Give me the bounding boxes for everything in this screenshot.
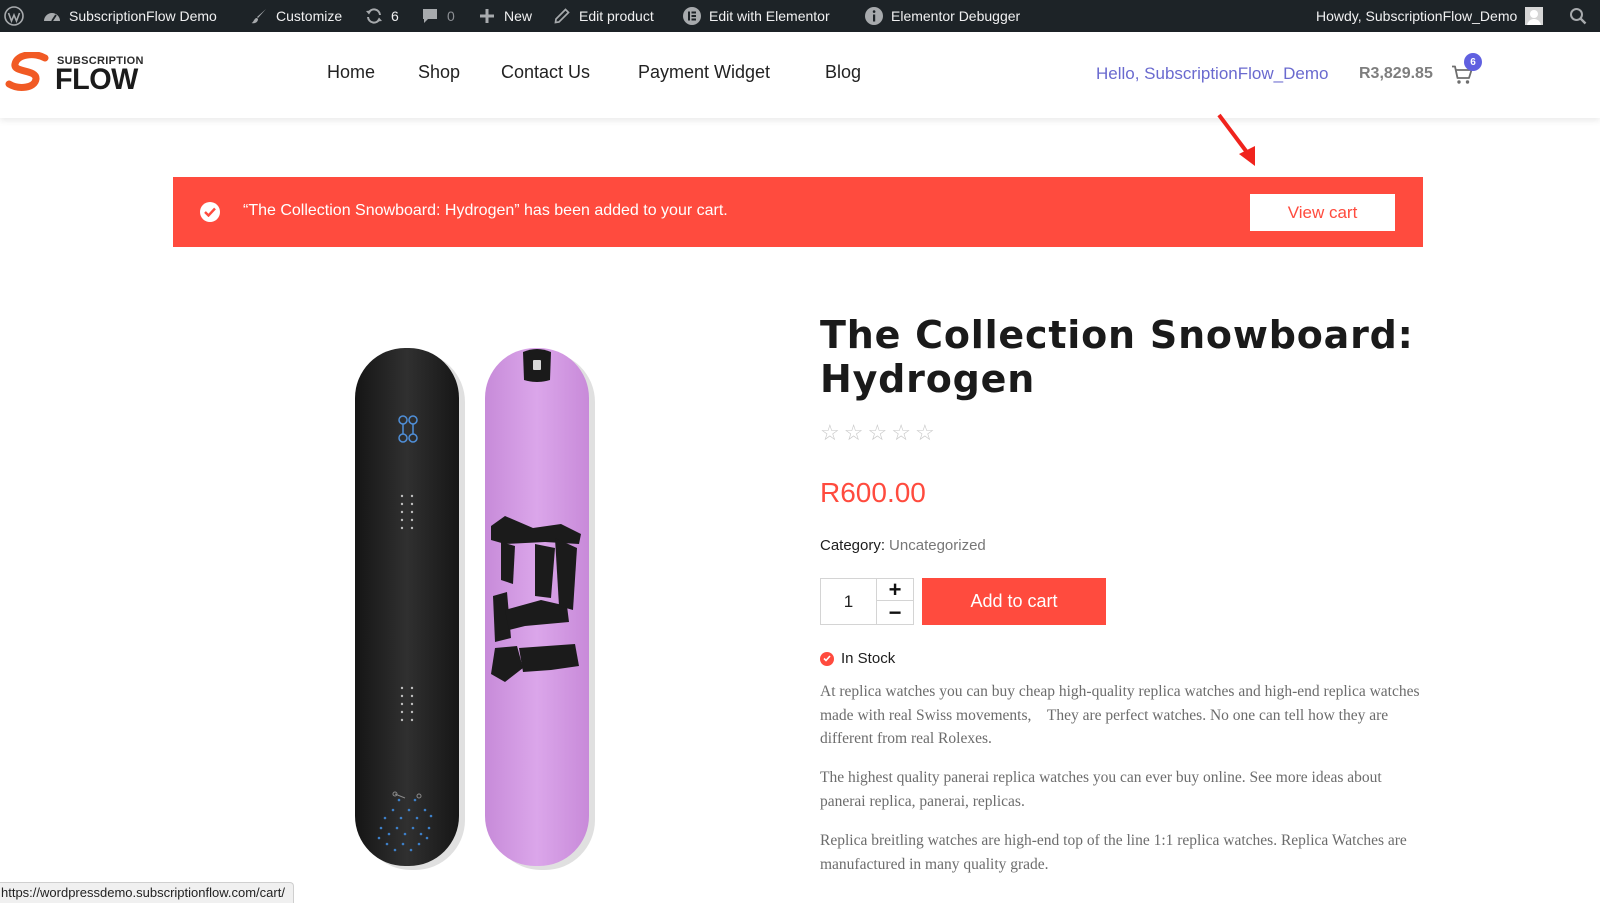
nav-shop[interactable]: Shop (418, 62, 460, 83)
notice-message: “The Collection Snowboard: Hydrogen” has… (243, 202, 728, 219)
updates-count: 6 (391, 8, 399, 24)
wordpress-icon (4, 6, 24, 26)
wordpress-menu[interactable] (4, 0, 31, 32)
arrow-icon (1217, 113, 1255, 166)
admin-search[interactable] (1568, 0, 1588, 32)
category-label: Category: (820, 537, 886, 554)
my-account-menu[interactable]: Howdy, SubscriptionFlow_Demo (1316, 0, 1544, 32)
quantity-input[interactable] (821, 579, 877, 624)
comment-icon (420, 6, 440, 26)
search-icon (1568, 6, 1588, 26)
browser-status-url: https://wordpressdemo.subscriptionflow.c… (0, 882, 294, 903)
info-icon (864, 6, 884, 26)
avatar (1525, 7, 1544, 25)
plus-icon (477, 6, 497, 26)
elementor-debugger-label: Elementor Debugger (891, 8, 1021, 24)
site-name-label: SubscriptionFlow Demo (69, 8, 217, 24)
stock-label: In Stock (841, 650, 896, 667)
elementor-debugger-menu[interactable]: Elementor Debugger (864, 0, 1020, 32)
stock-status: In Stock (820, 650, 895, 667)
pencil-icon (552, 6, 572, 26)
star-icon: ☆ (843, 420, 864, 445)
site-logo[interactable]: SUBSCRIPTION FLOW (5, 52, 155, 98)
logo-mark (5, 52, 49, 91)
updates-menu[interactable]: 6 (364, 0, 399, 32)
star-icon: ☆ (867, 420, 888, 445)
edit-product-menu[interactable]: Edit product (552, 0, 654, 32)
description-paragraph: The highest quality panerai replica watc… (820, 769, 1382, 810)
nav-blog[interactable]: Blog (825, 62, 861, 83)
site-name-menu[interactable]: SubscriptionFlow Demo (42, 0, 217, 32)
customize-label: Customize (276, 8, 343, 24)
quantity-increase-button[interactable]: + (877, 578, 913, 601)
edit-elementor-label: Edit with Elementor (709, 8, 830, 24)
updates-icon (364, 6, 384, 26)
product-category: Category: Uncategorized (820, 537, 986, 554)
logo-title: FLOW (55, 63, 138, 96)
check-icon (200, 202, 220, 222)
edit-product-label: Edit product (579, 8, 654, 24)
cart-count-badge: 6 (1464, 53, 1482, 71)
new-menu[interactable]: New (477, 0, 532, 32)
product-price: R600.00 (820, 477, 926, 508)
view-cart-button[interactable]: View cart (1250, 194, 1395, 231)
nav-contact-us[interactable]: Contact Us (501, 62, 590, 83)
description-paragraph: At replica watches you can buy cheap hig… (820, 683, 1420, 747)
star-icon: ☆ (914, 420, 935, 445)
purple-snowboard (485, 348, 589, 866)
admin-bar: SubscriptionFlow Demo Customize 6 0 New … (0, 0, 1600, 32)
comments-count: 0 (447, 8, 455, 24)
cart-total[interactable]: R3,829.85 (1359, 65, 1433, 83)
product-image[interactable] (355, 348, 610, 874)
star-icon: ☆ (820, 420, 840, 445)
star-icon: ☆ (891, 420, 911, 445)
cart-notice: “The Collection Snowboard: Hydrogen” has… (173, 177, 1423, 247)
howdy-label: Howdy, SubscriptionFlow_Demo (1316, 8, 1518, 24)
check-icon (820, 651, 834, 666)
quantity-stepper: + − (820, 578, 914, 625)
customize-menu[interactable]: Customize (249, 0, 342, 32)
elementor-icon (682, 6, 702, 26)
category-link[interactable]: Uncategorized (889, 537, 986, 554)
site-header: SUBSCRIPTION FLOW Home Shop Contact Us P… (0, 32, 1600, 118)
dark-snowboard (355, 348, 459, 866)
description-paragraph: Replica breitling watches are high-end t… (820, 832, 1407, 873)
new-label: New (504, 8, 533, 24)
add-to-cart-button[interactable]: Add to cart (922, 578, 1106, 625)
rating-stars: ☆ ☆ ☆ ☆ ☆ (820, 422, 935, 444)
product-title: The Collection Snowboard: Hydrogen (820, 313, 1414, 401)
brush-icon (249, 6, 269, 26)
nav-payment-widget[interactable]: Payment Widget (638, 62, 770, 83)
comments-menu[interactable]: 0 (420, 0, 455, 32)
dashboard-icon (42, 6, 62, 26)
quantity-decrease-button[interactable]: − (877, 602, 913, 624)
edit-elementor-menu[interactable]: Edit with Elementor (682, 0, 830, 32)
account-greeting-link[interactable]: Hello, SubscriptionFlow_Demo (1096, 64, 1328, 84)
nav-home[interactable]: Home (327, 62, 375, 83)
